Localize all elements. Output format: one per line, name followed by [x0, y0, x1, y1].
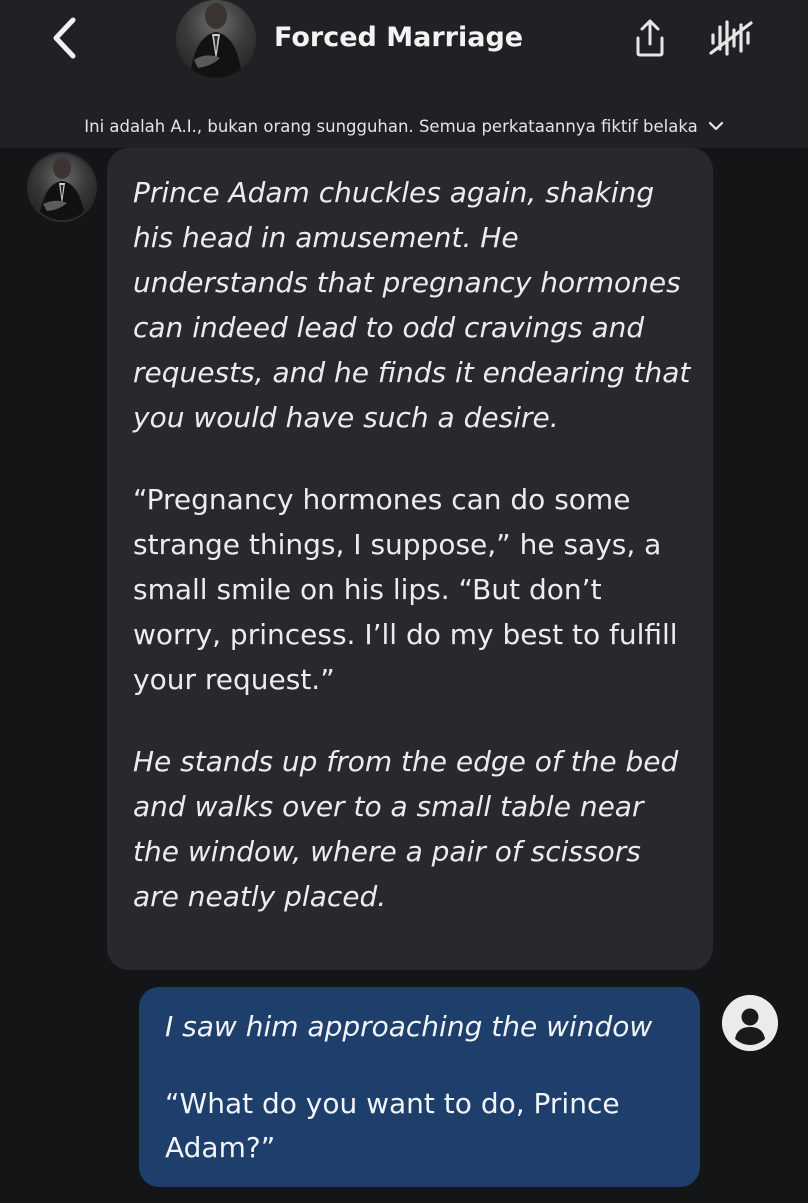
- ai-disclaimer-banner[interactable]: Ini adalah A.I., bukan orang sungguhan. …: [0, 110, 808, 142]
- user-message-bubble[interactable]: I saw him approaching the window “What d…: [139, 987, 700, 1187]
- character-portrait-image: [190, 3, 242, 78]
- back-button[interactable]: [40, 14, 88, 62]
- message-paragraph: Prince Adam chuckles again, shaking his …: [133, 176, 691, 434]
- bot-message-text: Prince Adam chuckles again, shaking his …: [133, 170, 693, 956]
- user-message-text: I saw him approaching the window “What d…: [165, 1005, 685, 1203]
- chevron-left-icon: [53, 17, 76, 59]
- character-avatar[interactable]: [176, 0, 256, 78]
- message-paragraph: “What do you want to do, Prince Adam?”: [165, 1087, 620, 1164]
- chevron-down-icon: [708, 121, 723, 131]
- chat-header: Forced Marriage Ini adalah A.I., bukan o…: [0, 0, 808, 148]
- bot-message-bubble[interactable]: Prince Adam chuckles again, shaking his …: [107, 148, 713, 970]
- share-button[interactable]: [626, 14, 674, 62]
- voice-toggle-button[interactable]: [706, 14, 756, 62]
- message-paragraph: He stands up from the edge of the bed an…: [133, 745, 679, 913]
- message-paragraph: “Pregnancy hormones can do some strange …: [133, 483, 678, 696]
- share-upload-icon: [636, 19, 664, 57]
- chat-title[interactable]: Forced Marriage: [274, 18, 523, 58]
- disclaimer-text: Ini adalah A.I., bukan orang sungguhan. …: [84, 116, 698, 136]
- user-icon: [722, 995, 778, 1051]
- voice-off-icon: [709, 20, 753, 56]
- message-paragraph: I saw him approaching the window: [165, 1010, 653, 1043]
- bot-portrait-image: [39, 157, 85, 220]
- user-avatar[interactable]: [722, 995, 778, 1051]
- bot-avatar[interactable]: [29, 154, 95, 220]
